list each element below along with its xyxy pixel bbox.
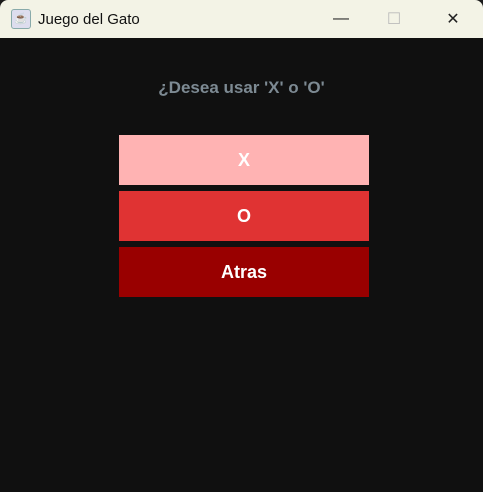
back-button[interactable]: Atras (119, 247, 369, 297)
close-button[interactable]: ✕ (428, 0, 478, 38)
window-title: Juego del Gato (38, 10, 140, 28)
app-window: ☕ Juego del Gato — ☐ ✕ ¿Desea usar 'X' o… (0, 0, 483, 492)
title-bar: ☕ Juego del Gato — ☐ ✕ (0, 0, 483, 38)
choose-x-button[interactable]: X (119, 135, 369, 185)
prompt-label: ¿Desea usar 'X' o 'O' (158, 78, 325, 97)
choose-o-button[interactable]: O (119, 191, 369, 241)
maximize-button[interactable]: ☐ (369, 0, 419, 38)
minimize-button[interactable]: — (316, 0, 366, 38)
java-icon: ☕ (11, 9, 31, 29)
